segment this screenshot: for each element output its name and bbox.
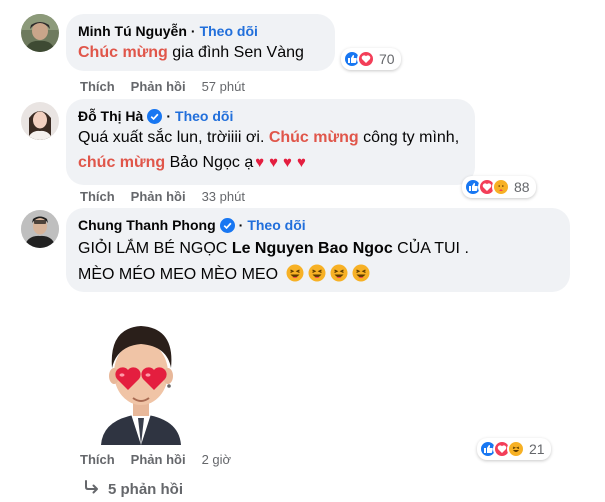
comment-actions: Thích Phản hồi 2 giờ bbox=[80, 452, 231, 468]
comment-author[interactable]: Chung Thanh Phong bbox=[78, 216, 216, 234]
verified-badge-icon bbox=[219, 217, 235, 233]
care-icon bbox=[492, 178, 510, 196]
reaction-summary[interactable]: 21 bbox=[477, 438, 551, 460]
comment-bubble: Chung Thanh Phong · Theo dõi GIỎI LẮM BÉ… bbox=[66, 208, 570, 292]
like-button[interactable]: Thích bbox=[80, 79, 115, 95]
like-button[interactable]: Thích bbox=[80, 189, 115, 205]
plain-text: CỦA TUI . bbox=[392, 240, 469, 257]
avatar[interactable] bbox=[21, 102, 59, 140]
reaction-count: 88 bbox=[514, 179, 530, 195]
reaction-summary[interactable]: 70 bbox=[341, 48, 401, 70]
timestamp[interactable]: 33 phút bbox=[202, 189, 245, 205]
comment-actions: Thích Phản hồi 33 phút bbox=[80, 189, 245, 205]
plain-text: gia đình Sen Vàng bbox=[167, 44, 304, 61]
comment-actions: Thích Phản hồi 57 phút bbox=[80, 79, 245, 95]
plain-text: Quá xuất sắc lun, trờiiii ơi. bbox=[78, 129, 269, 146]
reply-button[interactable]: Phản hồi bbox=[131, 189, 186, 205]
view-replies-button[interactable]: 5 phản hồi bbox=[84, 480, 183, 499]
laughing-emoji-icon bbox=[308, 264, 326, 282]
heart-emoji-icon: ♥♥♥♥ bbox=[255, 154, 311, 171]
plain-text: GIỎI LẮM BÉ NGỌC bbox=[78, 240, 232, 257]
comment-text-line-1: GIỎI LẮM BÉ NGỌC Le Nguyen Bao Ngoc CỦA … bbox=[78, 238, 558, 260]
comment-author[interactable]: Đỗ Thị Hà bbox=[78, 107, 143, 125]
highlight-text: chúc mừng bbox=[78, 154, 166, 171]
timestamp[interactable]: 2 giờ bbox=[202, 452, 232, 468]
highlight-text: Chúc mừng bbox=[78, 44, 168, 61]
reaction-count: 21 bbox=[529, 441, 545, 457]
highlight-text: Chúc mừng bbox=[268, 129, 359, 146]
follow-link[interactable]: Theo dõi bbox=[200, 22, 258, 40]
comment-text-line-2: MÈO MÉO MEO MÈO MEO bbox=[78, 264, 558, 286]
mention-link[interactable]: Le Nguyen Bao Ngoc bbox=[232, 240, 393, 257]
follow-link[interactable]: Theo dõi bbox=[247, 216, 305, 234]
plain-text: công ty mình, bbox=[358, 129, 460, 146]
laughing-emoji-icon bbox=[330, 264, 348, 282]
comment-text-line-1: Quá xuất sắc lun, trờiiii ơi. Chúc mừng … bbox=[78, 127, 463, 149]
like-button[interactable]: Thích bbox=[80, 452, 115, 468]
laughing-emoji-icon bbox=[286, 264, 304, 282]
separator-dot: · bbox=[238, 217, 244, 233]
timestamp[interactable]: 57 phút bbox=[202, 79, 245, 95]
comment-bubble: Minh Tú Nguyễn · Theo dõi Chúc mừng gia … bbox=[66, 14, 335, 71]
separator-dot: · bbox=[166, 108, 172, 124]
love-icon bbox=[357, 50, 375, 68]
comment-bubble: Đỗ Thị Hà · Theo dõi Quá xuất sắc lun, t… bbox=[66, 99, 475, 185]
follow-link[interactable]: Theo dõi bbox=[175, 107, 233, 125]
avatar-sticker-image[interactable] bbox=[95, 318, 187, 445]
reaction-summary[interactable]: 88 bbox=[462, 176, 536, 198]
plain-text: Bảo Ngọc ạ bbox=[165, 154, 254, 171]
comment-text: Chúc mừng gia đình Sen Vàng bbox=[78, 42, 323, 64]
haha-icon bbox=[507, 440, 525, 458]
verified-badge-icon bbox=[147, 108, 163, 124]
reaction-count: 70 bbox=[379, 51, 395, 67]
plain-text: MÈO MÉO MEO MÈO MEO bbox=[78, 266, 279, 283]
comment-author[interactable]: Minh Tú Nguyễn bbox=[78, 22, 187, 40]
avatar[interactable] bbox=[21, 14, 59, 52]
reply-button[interactable]: Phản hồi bbox=[131, 79, 186, 95]
reply-arrow-icon bbox=[84, 480, 100, 499]
reply-button[interactable]: Phản hồi bbox=[131, 452, 186, 468]
comment-text-line-2: chúc mừng Bảo Ngọc ạ ♥♥♥♥ bbox=[78, 152, 463, 174]
view-replies-label: 5 phản hồi bbox=[108, 481, 183, 498]
avatar[interactable] bbox=[21, 210, 59, 248]
separator-dot: · bbox=[190, 23, 196, 39]
laughing-emoji-icon bbox=[352, 264, 370, 282]
